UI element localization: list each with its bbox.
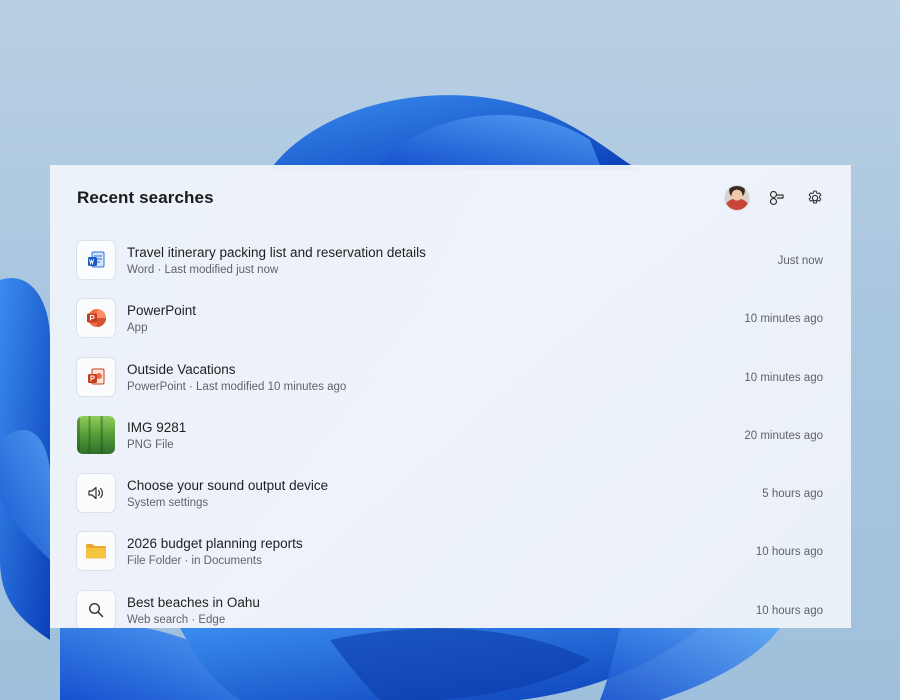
item-title: Outside Vacations (127, 361, 236, 377)
list-item-best-beaches[interactable]: Best beaches in Oahu Web search · Edge 1… (50, 589, 851, 628)
item-time: 10 hours ago (755, 546, 823, 559)
item-subtitle: System settings (127, 497, 209, 510)
row-icon (77, 299, 115, 338)
connections-icon (769, 190, 784, 206)
item-time: 5 hours ago (762, 488, 823, 501)
connections-button[interactable] (767, 188, 787, 208)
search-icon (88, 602, 104, 618)
item-title: IMG 9281 (127, 419, 187, 435)
word-icon (88, 251, 105, 268)
header-actions (725, 186, 825, 210)
powerpoint-file-icon (88, 368, 105, 385)
account-avatar[interactable] (725, 186, 749, 210)
item-subtitle: File Folder · in Documents (127, 555, 262, 568)
list-item-img-9281[interactable]: IMG 9281 PNG File 20 minutes ago (50, 414, 851, 472)
speaker-icon (88, 487, 103, 500)
row-icon (77, 357, 115, 396)
row-icon (77, 590, 115, 628)
item-title: PowerPoint (127, 303, 197, 319)
row-icon (77, 474, 115, 513)
settings-button[interactable] (805, 188, 825, 208)
row-icon (77, 532, 115, 571)
list-item-budget-folder[interactable]: 2026 budget planning reports File Folder… (50, 530, 851, 588)
item-time: 10 minutes ago (744, 313, 823, 326)
item-time: 10 hours ago (755, 604, 823, 617)
item-title: Best beaches in Oahu (127, 594, 260, 610)
recent-searches-list: Travel itinerary packing list and reserv… (50, 239, 851, 628)
folder-icon (86, 544, 106, 559)
item-title: Choose your sound output device (127, 478, 329, 494)
list-item-sound-output[interactable]: Choose your sound output device System s… (50, 472, 851, 530)
list-item-outside-vacations[interactable]: Outside Vacations PowerPoint · Last modi… (50, 356, 851, 414)
item-subtitle: Word · Last modified just now (127, 264, 279, 276)
image-thumbnail (77, 415, 115, 454)
row-icon (77, 241, 115, 279)
item-time: Just now (777, 255, 823, 267)
item-subtitle: Web search · Edge (127, 613, 226, 626)
item-time: 20 minutes ago (744, 429, 823, 442)
gear-icon (808, 190, 822, 204)
list-item-powerpoint-app[interactable]: PowerPoint App 10 minutes ago (50, 297, 851, 355)
panel-title: Recent searches (77, 188, 214, 207)
item-time: 10 minutes ago (744, 371, 823, 384)
item-subtitle: PowerPoint · Last modified 10 minutes ag… (127, 380, 347, 393)
item-subtitle: App (127, 322, 148, 335)
item-title: 2026 budget planning reports (127, 536, 303, 552)
panel-header: Recent searches (50, 165, 851, 233)
list-item-travel-itinerary[interactable]: Travel itinerary packing list and reserv… (50, 239, 851, 297)
item-title: Travel itinerary packing list and reserv… (127, 245, 426, 260)
recent-searches-panel: Recent searches Travel itinerary packing… (50, 165, 851, 628)
powerpoint-app-icon (87, 309, 106, 328)
item-subtitle: PNG File (127, 438, 174, 451)
